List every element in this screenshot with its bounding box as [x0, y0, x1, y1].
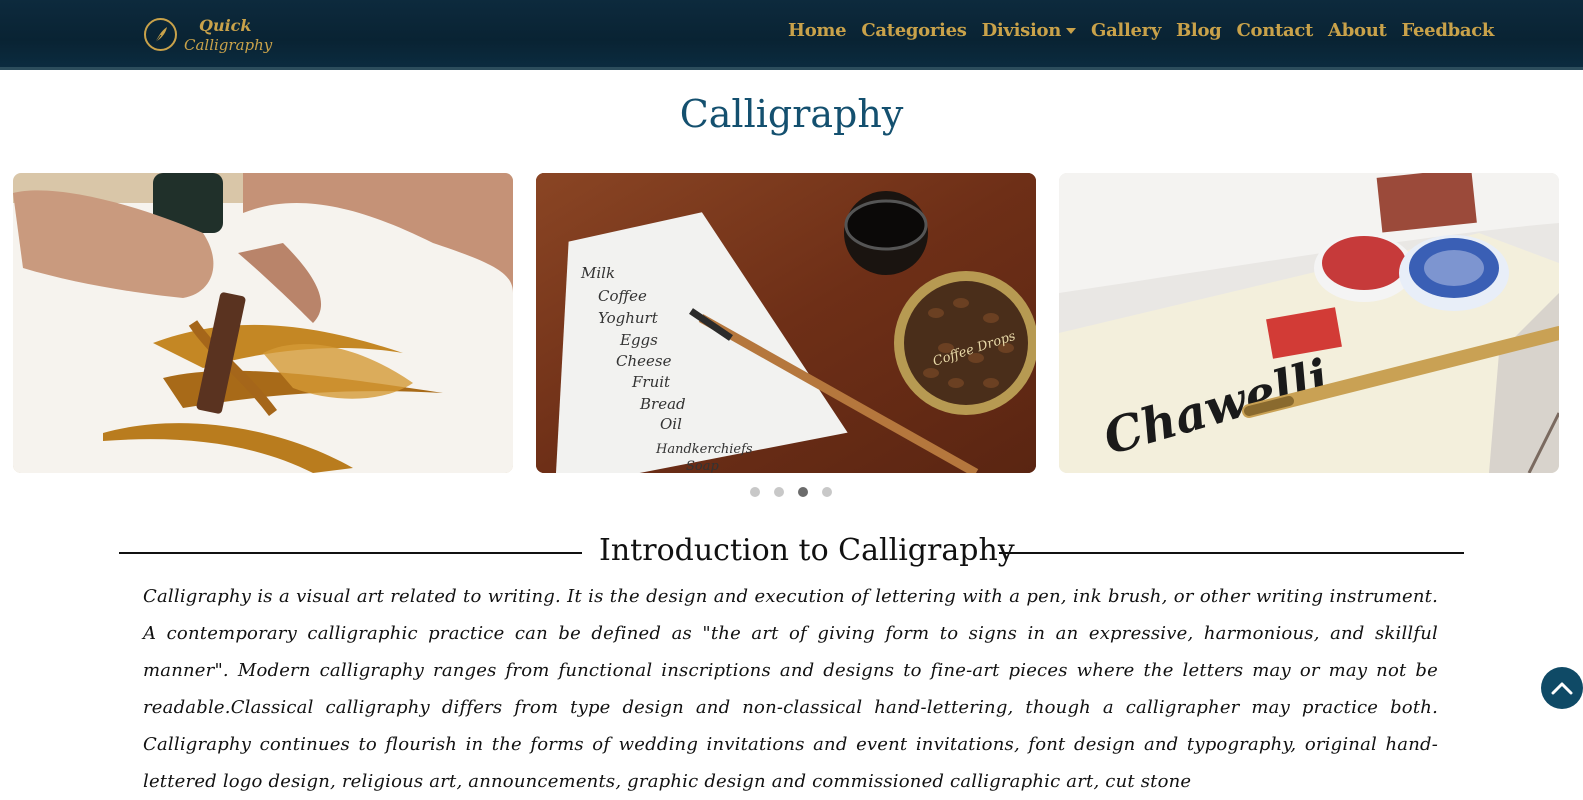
nav-division-dropdown[interactable]: Division: [982, 20, 1076, 41]
section-heading-text: Introduction to Calligraphy: [599, 533, 1015, 568]
list-item-4: Eggs: [619, 331, 658, 349]
nav-gallery[interactable]: Gallery: [1091, 20, 1161, 41]
navbar: Quick Calligraphy Home Categories Divisi…: [0, 0, 1583, 70]
gothic-lettering-seal-image: Chawelli: [1059, 173, 1559, 473]
quill-pen-emblem-icon: [144, 18, 177, 51]
carousel-slide-2[interactable]: Milk Coffee Yoghurt Eggs Cheese Fruit Br…: [536, 173, 1036, 473]
nav-division-label: Division: [981, 20, 1062, 41]
list-item-7: Bread: [639, 395, 686, 413]
brand-name-line1: Quick: [199, 16, 252, 35]
carousel-slide-1[interactable]: [13, 173, 513, 473]
nav-contact[interactable]: Contact: [1236, 20, 1313, 41]
list-item-10: Soap: [686, 459, 719, 473]
list-item-8: Oil: [660, 415, 682, 433]
brand-name-line2: Calligraphy: [184, 36, 273, 54]
heading-rule-right: [999, 552, 1464, 554]
nav-categories[interactable]: Categories: [861, 20, 967, 41]
list-item-6: Fruit: [631, 373, 671, 391]
brand-logo[interactable]: Quick Calligraphy: [144, 14, 272, 60]
list-item-5: Cheese: [616, 352, 672, 370]
nav-home[interactable]: Home: [788, 20, 847, 41]
list-item-2: Coffee: [598, 287, 647, 305]
list-item-3: Yoghurt: [598, 309, 659, 327]
section-heading: Introduction to Calligraphy: [119, 533, 1464, 573]
intro-paragraph: Calligraphy is a visual art related to w…: [143, 586, 1438, 792]
chevron-up-icon: [1551, 682, 1573, 695]
list-item-1: Milk: [580, 264, 615, 282]
caret-down-icon: [1066, 27, 1076, 34]
brush-calligraphy-image: [13, 173, 513, 473]
page-title: Calligraphy: [679, 92, 904, 136]
pen-nib-shopping-list-image: Milk Coffee Yoghurt Eggs Cheese Fruit Br…: [536, 173, 1036, 473]
nav-links: Home Categories Division Gallery Blog Co…: [788, 20, 1509, 41]
back-to-top-button[interactable]: [1541, 667, 1583, 709]
nav-blog[interactable]: Blog: [1176, 20, 1222, 41]
carousel-slide-3[interactable]: Chawelli: [1059, 173, 1559, 473]
list-item-9: Handkerchiefs: [655, 442, 753, 457]
nav-about[interactable]: About: [1328, 20, 1387, 41]
carousel-dot-2[interactable]: [774, 487, 784, 497]
carousel-indicators: [750, 487, 846, 497]
carousel-dot-3[interactable]: [798, 487, 808, 497]
carousel-dot-4[interactable]: [822, 487, 832, 497]
nav-feedback[interactable]: Feedback: [1402, 20, 1495, 41]
heading-rule-left: [119, 552, 582, 554]
carousel-dot-1[interactable]: [750, 487, 760, 497]
